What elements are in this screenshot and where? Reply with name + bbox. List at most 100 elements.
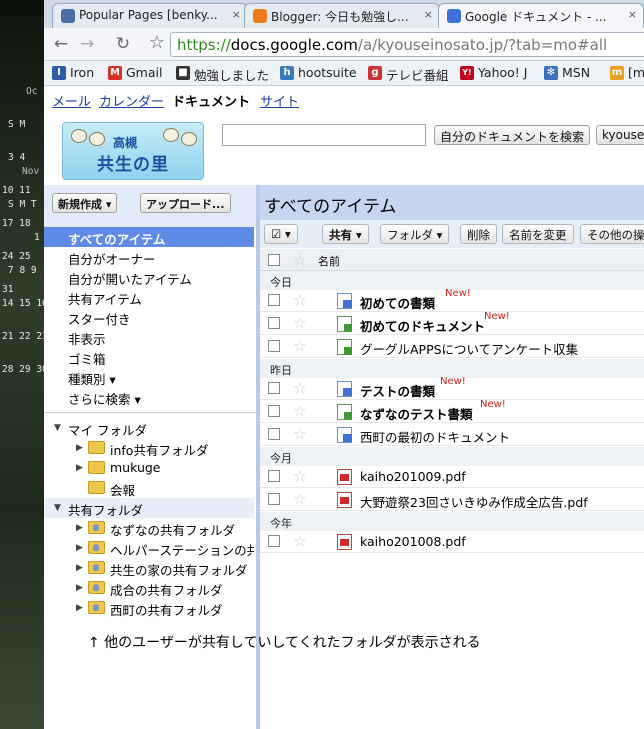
gbar-link-calendar[interactable]: カレンダー <box>99 95 164 110</box>
folder-kaiho[interactable]: 会報 <box>110 480 135 499</box>
nav-item-all-items[interactable]: すべてのアイテム <box>68 229 165 248</box>
row-checkbox[interactable] <box>268 294 280 306</box>
browser-tab-blogger[interactable]: Blogger: 今日も勉強し... × <box>244 3 440 28</box>
gbar-link-mail[interactable]: メール <box>52 95 91 110</box>
star-icon[interactable]: ☆ <box>293 402 306 420</box>
expand-triangle-icon[interactable]: ▶ <box>76 603 83 613</box>
account-button[interactable]: kyousei <box>596 125 644 145</box>
bookmark-msn[interactable]: ✻ MSN <box>544 65 590 80</box>
expand-triangle-icon[interactable]: ▶ <box>76 543 83 553</box>
table-row[interactable]: ☆ 西町の最初のドキュメント <box>260 424 644 446</box>
nav-item-opened-by-me[interactable]: 自分が開いたアイテム <box>68 269 192 288</box>
gbar-link-sites[interactable]: サイト <box>260 95 299 110</box>
star-icon[interactable]: ☆ <box>293 291 306 309</box>
table-row[interactable]: ☆ テストの書類 New! <box>260 376 644 400</box>
expand-triangle-icon[interactable]: ▶ <box>76 523 83 533</box>
document-title[interactable]: 初めてのドキュメント <box>360 316 485 335</box>
star-icon[interactable]: ☆ <box>293 532 306 550</box>
shared-folders-header[interactable]: 共有フォルダ <box>68 500 143 519</box>
table-row[interactable]: ☆ kaiho201008.pdf <box>260 531 644 553</box>
browser-tab-google-docs[interactable]: Google ドキュメント - ... × <box>438 3 644 28</box>
select-checkbox-menu-button[interactable]: ☑ ▾ <box>264 224 298 244</box>
bookmark-gmail[interactable]: M Gmail <box>108 65 162 80</box>
reload-icon[interactable]: ↻ <box>112 34 134 56</box>
star-icon[interactable]: ☆ <box>293 467 306 485</box>
nav-item-more-search[interactable]: さらに検索 ▾ <box>68 389 141 408</box>
table-row[interactable]: ☆ グーグルAPPSについてアンケート収集 <box>260 336 644 358</box>
bookmark-iron[interactable]: I Iron <box>52 65 94 80</box>
star-column-icon[interactable]: ☆ <box>293 251 306 269</box>
tab-close-icon[interactable]: × <box>628 8 637 21</box>
bookmark-tv[interactable]: g テレビ番組 <box>368 65 449 84</box>
bookmark-m[interactable]: m [m <box>610 65 644 80</box>
row-checkbox[interactable] <box>268 470 280 482</box>
column-name-header[interactable]: 名前 <box>318 253 340 269</box>
tab-close-icon[interactable]: × <box>232 8 241 21</box>
table-row[interactable]: ☆ なずなのテスト書類 New! <box>260 399 644 423</box>
nav-item-starred[interactable]: スター付き <box>68 309 131 328</box>
nav-item-owned-by-me[interactable]: 自分がオーナー <box>68 249 156 268</box>
search-my-docs-button[interactable]: 自分のドキュメントを検索 <box>434 125 591 145</box>
folder-info-shared[interactable]: info共有フォルダ <box>110 440 208 459</box>
document-title[interactable]: なずなのテスト書類 <box>360 404 473 423</box>
folder-menu-button[interactable]: フォルダ ▾ <box>380 224 450 244</box>
delete-button[interactable]: 削除 <box>460 224 497 244</box>
table-row[interactable]: ☆ 初めての書類 New! <box>260 288 644 312</box>
table-row[interactable]: ☆ 大野遊祭23回さいきゆみ作成全広告.pdf <box>260 489 644 511</box>
expand-triangle-icon[interactable]: ▶ <box>76 583 83 593</box>
collapse-triangle-icon[interactable]: ▼ <box>54 423 61 433</box>
back-arrow-icon[interactable]: ← <box>50 34 72 56</box>
select-all-checkbox[interactable] <box>268 254 280 266</box>
document-title[interactable]: 西町の最初のドキュメント <box>360 427 510 446</box>
document-title[interactable]: テストの書類 <box>360 381 435 400</box>
nav-item-hidden[interactable]: 非表示 <box>68 329 106 348</box>
table-row[interactable]: ☆ kaiho201009.pdf <box>260 466 644 488</box>
address-bar[interactable]: https://docs.google.com/a/kyouseinosato.… <box>170 32 644 57</box>
browser-tab-popular-pages[interactable]: Popular Pages [benky... × <box>52 3 248 28</box>
collapse-triangle-icon[interactable]: ▼ <box>54 503 61 513</box>
star-icon[interactable]: ☆ <box>293 490 306 508</box>
expand-triangle-icon[interactable]: ▶ <box>76 563 83 573</box>
row-checkbox[interactable] <box>268 493 280 505</box>
row-checkbox[interactable] <box>268 317 280 329</box>
bookmark-study[interactable]: ■ 勉強しました <box>176 65 269 84</box>
share-menu-button[interactable]: 共有 ▾ <box>322 224 369 244</box>
shared-folder-helper-station[interactable]: ヘルパーステーションの共有 <box>110 540 254 559</box>
document-title[interactable]: 初めての書類 <box>360 293 435 312</box>
table-row[interactable]: ☆ 初めてのドキュメント New! <box>260 311 644 335</box>
bookmark-yahoo[interactable]: Y! Yahoo! J <box>460 65 527 80</box>
forward-arrow-icon[interactable]: → <box>76 34 98 56</box>
star-icon[interactable]: ☆ <box>293 337 306 355</box>
folder-mukuge[interactable]: mukuge <box>110 460 161 475</box>
star-icon[interactable]: ☆ <box>293 425 306 443</box>
tab-close-icon[interactable]: × <box>424 8 433 21</box>
upload-button[interactable]: アップロード... <box>140 193 231 213</box>
document-title[interactable]: kaiho201009.pdf <box>360 469 466 484</box>
expand-triangle-icon[interactable]: ▶ <box>76 443 83 453</box>
row-checkbox[interactable] <box>268 340 280 352</box>
star-icon[interactable]: ☆ <box>293 379 306 397</box>
bookmark-hootsuite[interactable]: h hootsuite <box>280 65 357 80</box>
shared-folder-kyousei-house[interactable]: 共生の家の共有フォルダ <box>110 560 248 579</box>
rename-button[interactable]: 名前を変更 <box>502 224 574 244</box>
nav-item-shared[interactable]: 共有アイテム <box>68 289 142 308</box>
nav-item-by-type[interactable]: 種類別 ▾ <box>68 369 116 388</box>
shared-folder-nishimachi[interactable]: 西町の共有フォルダ <box>110 600 223 619</box>
docs-search-input[interactable] <box>222 124 426 146</box>
document-title[interactable]: kaiho201008.pdf <box>360 534 466 549</box>
my-folders-header[interactable]: マイ フォルダ <box>68 420 147 439</box>
document-title[interactable]: グーグルAPPSについてアンケート収集 <box>360 339 578 358</box>
star-icon[interactable]: ☆ <box>293 314 306 332</box>
row-checkbox[interactable] <box>268 382 280 394</box>
expand-triangle-icon[interactable]: ▶ <box>76 463 83 473</box>
create-new-button[interactable]: 新規作成 ▾ <box>52 193 118 213</box>
shared-folder-nariai[interactable]: 成合の共有フォルダ <box>110 580 223 599</box>
bookmark-star-icon[interactable]: ☆ <box>146 33 168 55</box>
row-checkbox[interactable] <box>268 428 280 440</box>
row-checkbox[interactable] <box>268 405 280 417</box>
more-actions-button[interactable]: その他の操作 <box>580 224 644 244</box>
row-checkbox[interactable] <box>268 535 280 547</box>
shared-folder-nazuna[interactable]: なずなの共有フォルダ <box>110 520 235 539</box>
nav-item-trash[interactable]: ゴミ箱 <box>68 349 106 368</box>
org-logo[interactable]: 高槻 共生の里 <box>62 122 204 180</box>
